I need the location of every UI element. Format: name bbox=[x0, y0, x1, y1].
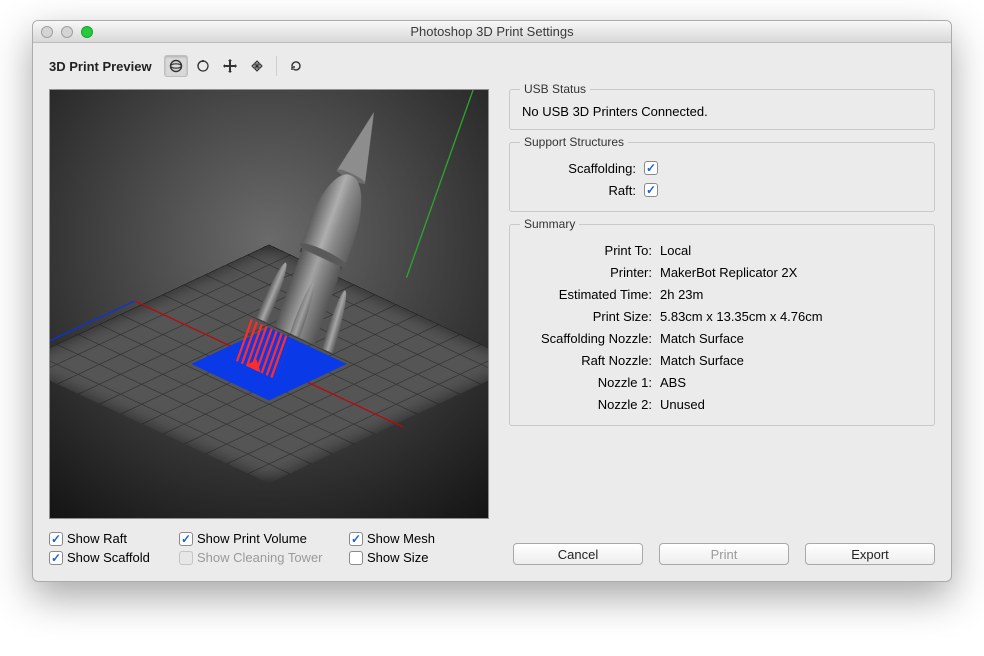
group-title: USB Status bbox=[520, 82, 590, 96]
toolbar-separator bbox=[276, 56, 277, 76]
roll-tool-button[interactable] bbox=[191, 55, 215, 77]
minimize-icon[interactable] bbox=[61, 26, 73, 38]
summary-label: Printer: bbox=[522, 265, 652, 280]
show-print-volume-checkbox[interactable]: Show Print Volume bbox=[179, 531, 349, 546]
roll-icon bbox=[195, 58, 211, 74]
pan-tool-button[interactable] bbox=[218, 55, 242, 77]
cancel-button[interactable]: Cancel bbox=[513, 543, 643, 565]
checkbox-checked-icon bbox=[49, 532, 63, 546]
summary-value: MakerBot Replicator 2X bbox=[660, 265, 922, 280]
reset-icon bbox=[288, 58, 304, 74]
toolbar: 3D Print Preview bbox=[49, 53, 935, 83]
summary-value: ABS bbox=[660, 375, 922, 390]
close-icon[interactable] bbox=[41, 26, 53, 38]
scaffolding-label: Scaffolding: bbox=[522, 161, 636, 176]
show-cleaning-tower-checkbox: Show Cleaning Tower bbox=[179, 550, 349, 565]
slide-icon bbox=[249, 58, 265, 74]
checkbox-unchecked-icon bbox=[349, 551, 363, 565]
checkbox-checked-icon bbox=[349, 532, 363, 546]
summary-value: 5.83cm x 13.35cm x 4.76cm bbox=[660, 309, 922, 324]
slide-tool-button[interactable] bbox=[245, 55, 269, 77]
summary-value: Match Surface bbox=[660, 331, 922, 346]
print-button: Print bbox=[659, 543, 789, 565]
checkbox-label: Show Scaffold bbox=[67, 550, 150, 565]
summary-label: Estimated Time: bbox=[522, 287, 652, 302]
titlebar: Photoshop 3D Print Settings bbox=[33, 21, 951, 43]
raft-label: Raft: bbox=[522, 183, 636, 198]
summary-label: Nozzle 2: bbox=[522, 397, 652, 412]
checkbox-checked-icon bbox=[179, 532, 193, 546]
support-structures-group: Support Structures Scaffolding: Raft: bbox=[509, 142, 935, 212]
checkbox-label: Show Cleaning Tower bbox=[197, 550, 323, 565]
summary-label: Print Size: bbox=[522, 309, 652, 324]
checkbox-label: Show Mesh bbox=[367, 531, 435, 546]
dialog-window: Photoshop 3D Print Settings 3D Print Pre… bbox=[32, 20, 952, 582]
show-raft-checkbox[interactable]: Show Raft bbox=[49, 531, 179, 546]
summary-label: Scaffolding Nozzle: bbox=[522, 331, 652, 346]
show-mesh-checkbox[interactable]: Show Mesh bbox=[349, 531, 469, 546]
summary-label: Print To: bbox=[522, 243, 652, 258]
window-title: Photoshop 3D Print Settings bbox=[33, 24, 951, 39]
pan-icon bbox=[222, 58, 238, 74]
summary-value: Match Surface bbox=[660, 353, 922, 368]
summary-value: Local bbox=[660, 243, 922, 258]
checkbox-label: Show Print Volume bbox=[197, 531, 307, 546]
reset-view-button[interactable] bbox=[284, 55, 308, 77]
show-scaffold-checkbox[interactable]: Show Scaffold bbox=[49, 550, 179, 565]
summary-label: Nozzle 1: bbox=[522, 375, 652, 390]
group-title: Summary bbox=[520, 217, 579, 231]
checkbox-disabled-icon bbox=[179, 551, 193, 565]
summary-label: Raft Nozzle: bbox=[522, 353, 652, 368]
z-axis-indicator bbox=[49, 301, 135, 428]
toolbar-label: 3D Print Preview bbox=[49, 59, 152, 74]
export-button[interactable]: Export bbox=[805, 543, 935, 565]
usb-status-text: No USB 3D Printers Connected. bbox=[522, 104, 922, 119]
zoom-icon[interactable] bbox=[81, 26, 93, 38]
orbit-tool-button[interactable] bbox=[164, 55, 188, 77]
group-title: Support Structures bbox=[520, 135, 628, 149]
window-controls bbox=[33, 26, 93, 38]
summary-group: Summary Print To:Local Printer:MakerBot … bbox=[509, 224, 935, 426]
checkbox-label: Show Size bbox=[367, 550, 428, 565]
show-size-checkbox[interactable]: Show Size bbox=[349, 550, 469, 565]
orbit-icon bbox=[168, 58, 184, 74]
raft-checkbox[interactable] bbox=[644, 183, 658, 197]
checkbox-label: Show Raft bbox=[67, 531, 127, 546]
3d-preview-viewport[interactable] bbox=[49, 89, 489, 519]
usb-status-group: USB Status No USB 3D Printers Connected. bbox=[509, 89, 935, 130]
scaffolding-checkbox[interactable] bbox=[644, 161, 658, 175]
summary-value: 2h 23m bbox=[660, 287, 922, 302]
checkbox-checked-icon bbox=[49, 551, 63, 565]
summary-value: Unused bbox=[660, 397, 922, 412]
